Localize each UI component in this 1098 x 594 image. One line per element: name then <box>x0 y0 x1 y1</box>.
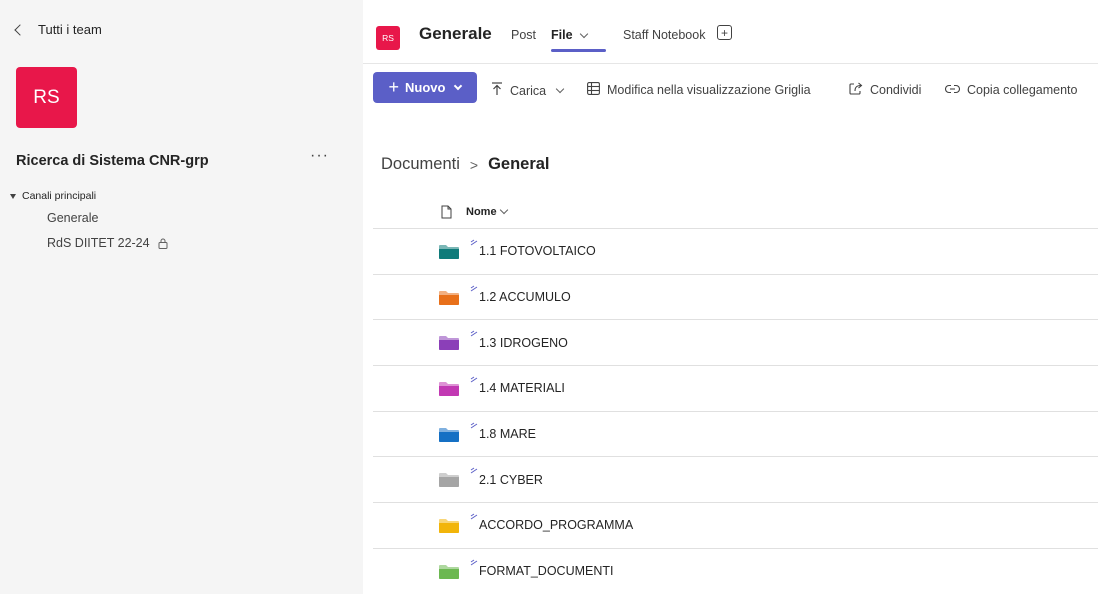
tab-label: Staff Notebook <box>623 28 706 42</box>
folder-icon <box>439 518 459 533</box>
file-type-icon <box>441 205 452 219</box>
channel-item-generale[interactable]: Generale <box>47 211 98 225</box>
file-row-name[interactable]: 1.2 ACCUMULO <box>479 290 571 304</box>
file-row[interactable]: 1.1 FOTOVOLTAICO <box>373 229 1098 275</box>
back-to-all-teams-link[interactable]: Tutti i team <box>14 22 102 37</box>
add-tab-button[interactable]: + <box>717 25 732 40</box>
team-name: Ricerca di Sistema CNR-grp <box>16 153 209 169</box>
upload-button[interactable]: Carica <box>491 82 565 99</box>
channel-item-rds-diitet[interactable]: RdS DIITET 22-24 <box>47 236 168 250</box>
team-more-options-button[interactable]: ··· <box>310 147 329 165</box>
column-name-label: Nome <box>466 205 497 218</box>
chevron-down-icon <box>555 84 565 94</box>
team-avatar[interactable]: RS <box>16 67 77 128</box>
new-button-label: Nuovo <box>405 80 446 95</box>
file-row[interactable]: 1.3 IDROGENO <box>373 320 1098 367</box>
plus-icon: + <box>388 76 400 97</box>
lock-icon <box>158 238 168 249</box>
grid-label: Modifica nella visualizzazione Griglia <box>607 83 811 97</box>
file-row-name[interactable]: 1.8 MARE <box>479 427 536 441</box>
column-header-name[interactable]: Nome <box>466 205 508 218</box>
file-list-header: Nome <box>373 195 1098 229</box>
folder-icon <box>439 427 459 442</box>
file-list: Nome 1.1 FOTOVOLTAICO 1.2 ACCUMULO 1.3 IDR… <box>373 195 1098 594</box>
sync-shortcut-icon <box>470 467 479 478</box>
file-row[interactable]: 1.4 MATERIALI <box>373 366 1098 412</box>
plus-icon: + <box>720 25 728 40</box>
active-tab-indicator <box>551 49 606 52</box>
chevron-down-icon <box>579 29 588 38</box>
file-row[interactable]: FORMAT_DOCUMENTI <box>373 549 1098 594</box>
back-link-label: Tutti i team <box>38 22 102 37</box>
edit-grid-view-button[interactable]: Modifica nella visualizzazione Griglia <box>587 82 811 98</box>
tab-label: File <box>551 28 573 42</box>
left-sidebar: Tutti i team RS Ricerca di Sistema CNR-g… <box>0 0 363 594</box>
share-button[interactable]: Condividi <box>849 82 921 98</box>
sync-shortcut-icon <box>470 513 479 524</box>
file-row-name[interactable]: 2.1 CYBER <box>479 473 543 487</box>
folder-icon <box>439 335 459 351</box>
channel-avatar: RS <box>376 26 400 50</box>
sync-shortcut-icon <box>470 559 479 570</box>
tab-post[interactable]: Post <box>511 28 536 42</box>
file-row-name[interactable]: 1.4 MATERIALI <box>479 381 565 395</box>
sync-shortcut-icon <box>470 239 479 250</box>
share-icon <box>849 82 863 98</box>
breadcrumb-root[interactable]: Documenti <box>381 155 460 174</box>
sync-shortcut-icon <box>470 376 479 387</box>
tab-label: Post <box>511 28 537 42</box>
file-row[interactable]: 2.1 CYBER <box>373 457 1098 504</box>
file-row-name[interactable]: ACCORDO_PROGRAMMA <box>479 518 633 532</box>
tab-file[interactable]: File <box>551 28 606 52</box>
folder-icon <box>439 290 459 305</box>
share-label: Condividi <box>870 83 922 97</box>
section-label: Canali principali <box>22 190 97 202</box>
breadcrumb: Documenti > General <box>381 155 550 174</box>
folder-icon <box>439 472 459 488</box>
sync-shortcut-icon <box>470 422 479 433</box>
file-row[interactable]: ACCORDO_PROGRAMMA <box>373 503 1098 549</box>
file-row-name[interactable]: 1.1 FOTOVOLTAICO <box>479 244 596 258</box>
channel-title: Generale <box>419 24 492 43</box>
copy-link-label: Copia collegamento <box>967 82 1078 97</box>
upload-icon <box>491 82 503 99</box>
copy-link-button[interactable]: Copia collegamento <box>944 82 1078 97</box>
chevron-down-icon <box>499 205 508 215</box>
chevron-left-icon <box>14 23 26 36</box>
file-row-name[interactable]: FORMAT_DOCUMENTI <box>479 564 614 578</box>
file-row-name[interactable]: 1.3 IDROGENO <box>479 336 568 350</box>
file-row[interactable]: 1.8 MARE <box>373 412 1098 458</box>
sync-shortcut-icon <box>470 285 479 296</box>
file-row[interactable]: 1.2 ACCUMULO <box>373 275 1098 321</box>
tab-staff-notebook[interactable]: Staff Notebook <box>623 28 705 42</box>
link-icon <box>944 82 961 97</box>
folder-icon <box>439 564 459 579</box>
chevron-right-icon: > <box>469 156 479 173</box>
folder-icon <box>439 244 459 259</box>
channels-section-toggle[interactable]: Canali principali <box>10 190 96 202</box>
grid-icon <box>587 82 600 98</box>
breadcrumb-current: General <box>488 155 550 173</box>
folder-icon <box>439 381 459 396</box>
caret-down-icon <box>10 193 16 199</box>
upload-label: Carica <box>510 83 547 98</box>
channel-label: RdS DIITET 22-24 <box>47 236 150 250</box>
channel-label: Generale <box>47 211 99 225</box>
chevron-down-icon <box>454 81 463 90</box>
files-toolbar: + Nuovo Carica Modifica nella visualizza… <box>363 63 1098 113</box>
new-button[interactable]: + Nuovo <box>373 72 477 103</box>
sync-shortcut-icon <box>470 330 479 341</box>
channel-header: RS Generale Post File Staff Notebook + <box>363 0 1098 63</box>
